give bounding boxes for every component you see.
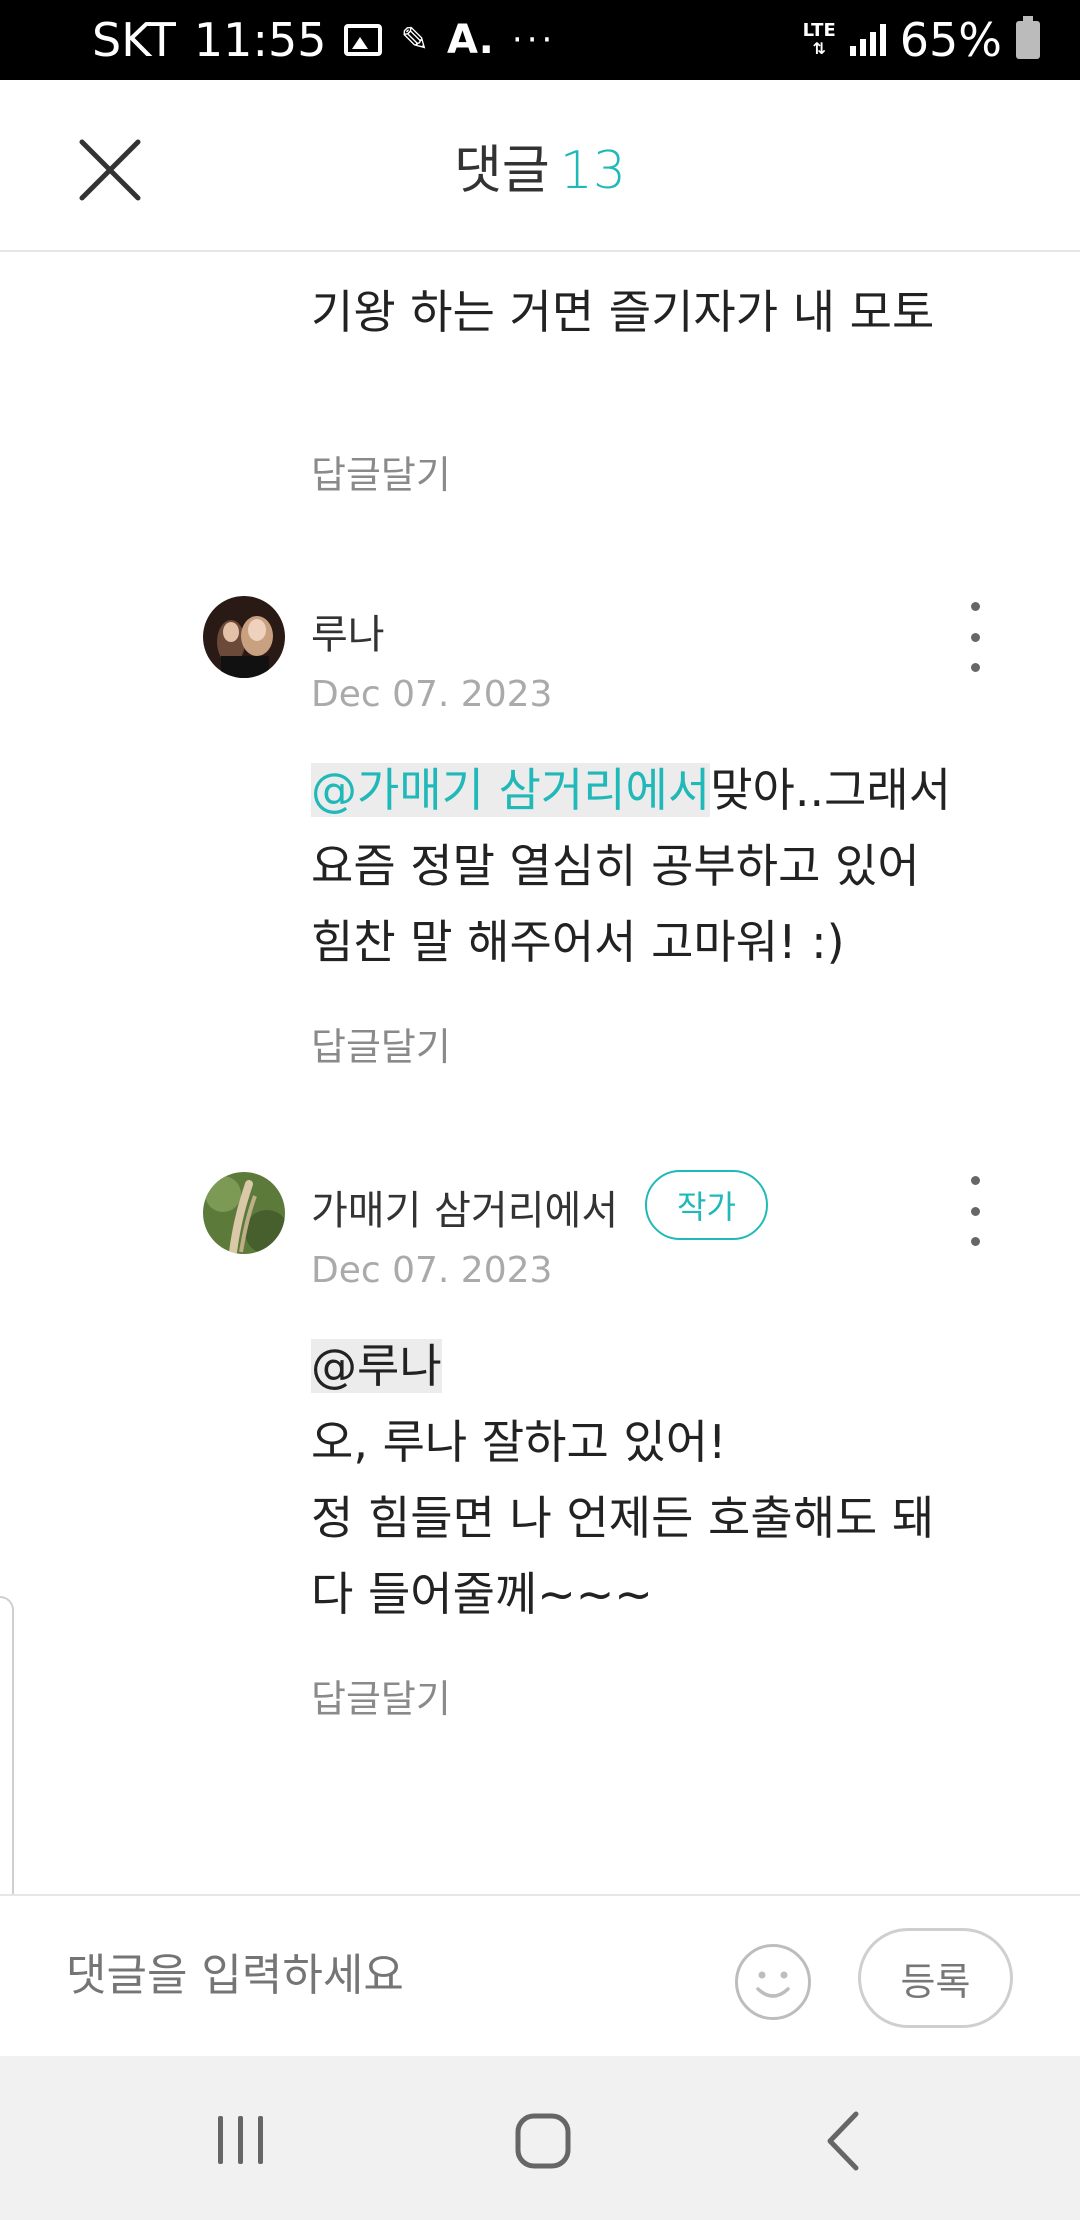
smiley-icon [756, 1971, 790, 1998]
comment-text: @가매기 삼거리에서맞아..그래서 요즘 정말 열심히 공부하고 있어 힘찬 말… [311, 763, 952, 969]
page-title: 댓글 13 [0, 128, 1080, 203]
reply-button[interactable]: 답글달기 [311, 444, 451, 499]
comment-text: 기왕 하는 거면 즐기자가 내 모토 [311, 285, 935, 339]
comment-text: @루나 오, 루나 잘하고 있어! 정 힘들면 나 언제든 호출해도 돼 다 들… [311, 1339, 935, 1621]
signal-icon [849, 24, 886, 56]
avatar[interactable] [203, 596, 285, 678]
page-title-text: 댓글 [454, 141, 550, 201]
font-icon: A. [446, 17, 494, 63]
recent-apps-icon [218, 2116, 263, 2164]
comment-author[interactable]: 루나 [311, 602, 385, 660]
battery-percent: 65% [899, 13, 1002, 67]
image-icon [344, 24, 383, 56]
avatar[interactable] [203, 1172, 285, 1254]
home-button[interactable] [483, 2096, 603, 2186]
back-icon [827, 2111, 859, 2171]
status-bar: SKT 11:55 ✎ A. ··· LTE ⇅ 65% [0, 0, 1080, 80]
pen-icon: ✎ [400, 20, 429, 60]
more-options-button[interactable] [960, 602, 990, 672]
clock: 11:55 [193, 13, 327, 67]
author-badge: 작가 [645, 1170, 768, 1240]
comment-count: 13 [559, 141, 626, 201]
battery-icon [1016, 16, 1040, 59]
comments-screen: SKT 11:55 ✎ A. ··· LTE ⇅ 65% 댓글 13 기왕 하는… [0, 0, 1080, 2220]
submit-button[interactable]: 등록 [858, 1928, 1013, 2028]
home-icon [515, 2113, 571, 2169]
comment-date: Dec 07. 2023 [311, 674, 553, 715]
mention-link[interactable]: @가매기 삼거리에서 [311, 763, 711, 817]
comment-author[interactable]: 가매기 삼거리에서 [311, 1178, 618, 1236]
system-nav-bar [0, 2056, 1080, 2220]
carrier-label: SKT [92, 13, 176, 67]
more-options-button[interactable] [960, 1176, 990, 1246]
comment-list[interactable]: 기왕 하는 거면 즐기자가 내 모토 답글달기 루나 Dec 07. 2023 … [0, 254, 1080, 1820]
more-dots-icon: ··· [511, 20, 557, 60]
mention-link[interactable]: @루나 [311, 1339, 442, 1393]
reply-button[interactable]: 답글달기 [311, 1016, 451, 1071]
back-button[interactable] [786, 2096, 906, 2186]
recent-apps-button[interactable] [180, 2096, 300, 2186]
comment-input-bar: 등록 [0, 1896, 1080, 2056]
reply-button[interactable]: 답글달기 [311, 1668, 451, 1723]
comment-date: Dec 07. 2023 [311, 1250, 553, 1291]
comment-input[interactable] [66, 1940, 686, 2010]
header: 댓글 13 [0, 80, 1080, 252]
emoji-button[interactable] [735, 1944, 811, 2020]
lte-icon: LTE ⇅ [802, 20, 836, 58]
